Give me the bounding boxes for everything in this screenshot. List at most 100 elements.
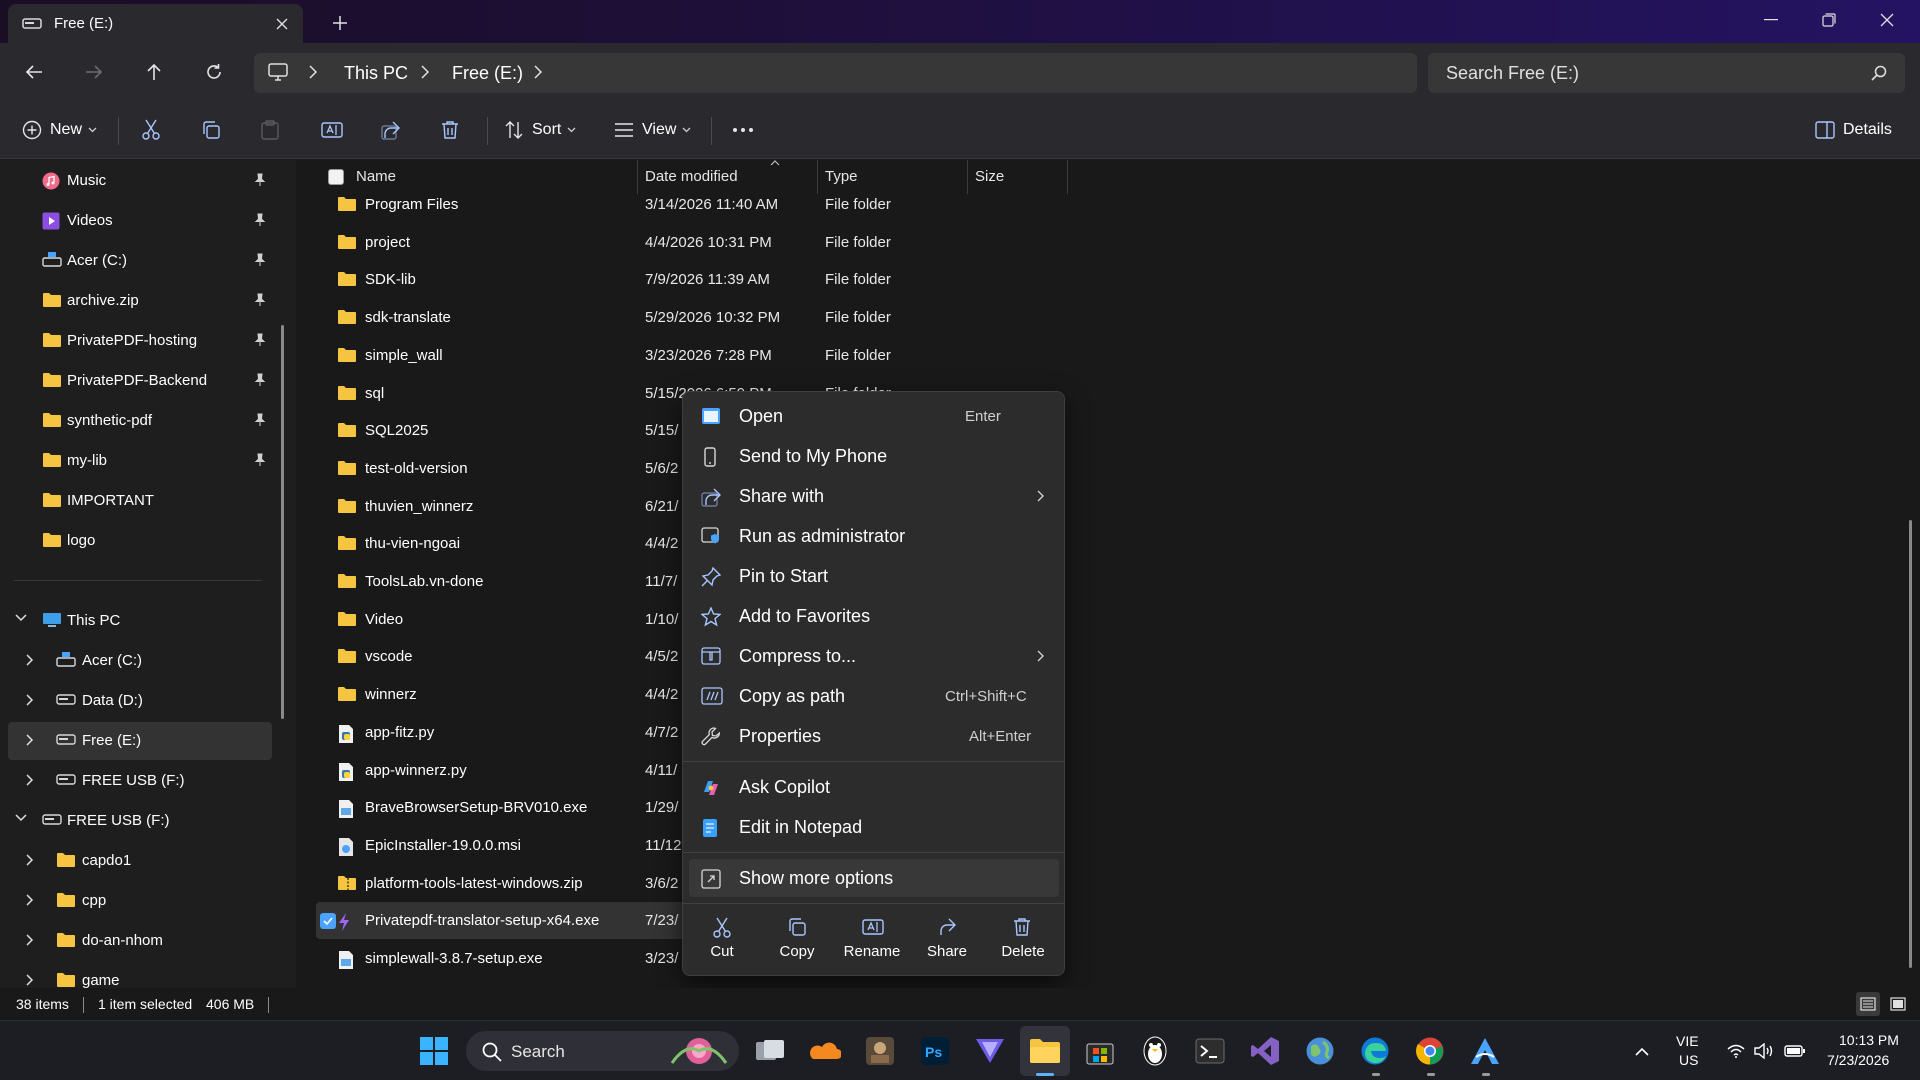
sidebar-item-capdo1[interactable]: capdo1 (0, 842, 272, 880)
details-view-icon[interactable] (1856, 992, 1880, 1016)
table-row[interactable]: project 4/4/2026 10:31 PM File folder (316, 224, 976, 261)
new-button[interactable]: New (22, 115, 97, 145)
chevron-right-icon[interactable] (26, 694, 34, 706)
taskbar-search[interactable]: Search (466, 1031, 739, 1071)
sidebar-item-music[interactable]: Music (0, 162, 272, 200)
cut-button[interactable] (141, 115, 161, 145)
close-tab-icon[interactable] (272, 14, 292, 34)
pin-icon[interactable] (253, 333, 267, 347)
paste-button[interactable] (261, 115, 279, 145)
menu-item-compress-to[interactable]: Compress to... (689, 637, 1059, 675)
sidebar-item-my-lib[interactable]: my-lib (0, 442, 272, 480)
sidebar-item-privatepdf-backend[interactable]: PrivatePDF-Backend (0, 362, 272, 400)
chevron-right-icon[interactable] (26, 854, 34, 866)
more-options-button[interactable] (732, 115, 754, 145)
quick-action-copy[interactable]: Copy (762, 913, 832, 967)
sidebar-item-archive-zip[interactable]: archive.zip (0, 282, 272, 320)
sidebar-item-this-pc[interactable]: This PC (0, 602, 272, 640)
sidebar-item-cpp[interactable]: cpp (0, 882, 272, 920)
menu-item-properties[interactable]: Properties Alt+Enter (689, 717, 1059, 755)
sidebar-item-important[interactable]: IMPORTANT (0, 482, 272, 520)
chevron-right-icon[interactable] (26, 774, 34, 786)
share-button[interactable] (381, 115, 401, 145)
penguin-app-icon[interactable] (1137, 1033, 1173, 1069)
back-arrow-icon[interactable] (19, 57, 49, 87)
row-checkbox[interactable] (320, 913, 336, 930)
photo-app-icon[interactable] (862, 1033, 898, 1069)
minimize-icon[interactable] (1742, 0, 1800, 40)
details-button[interactable]: Details (1815, 115, 1892, 145)
chevron-right-icon[interactable] (26, 654, 34, 666)
table-row[interactable]: simple_wall 3/23/2026 7:28 PM File folder (316, 337, 976, 374)
file-list-scrollbar[interactable] (1909, 520, 1912, 968)
sidebar-item-privatepdf-hosting[interactable]: PrivatePDF-hosting (0, 322, 272, 360)
column-size[interactable]: Size (975, 168, 1004, 185)
table-row[interactable]: SDK-lib 7/9/2026 11:39 AM File folder (316, 261, 976, 298)
restore-icon[interactable] (1800, 0, 1858, 40)
pin-icon[interactable] (253, 173, 267, 187)
search-input[interactable]: Search Free (E:) (1428, 53, 1905, 93)
breadcrumb-this-pc[interactable]: This PC (344, 63, 408, 84)
sidebar-item-videos[interactable]: Videos (0, 202, 272, 240)
sort-button[interactable]: Sort (504, 115, 576, 145)
file-explorer-icon[interactable] (1020, 1026, 1070, 1076)
pin-icon[interactable] (253, 453, 267, 467)
arc-app-icon[interactable] (1467, 1033, 1503, 1069)
navigation-pane[interactable]: Music Videos Acer (C:) archive.zip Priva… (0, 160, 296, 988)
sidebar-item-acer-c-drive[interactable]: Acer (C:) (0, 642, 272, 680)
menu-item-edit-in-notepad[interactable]: Edit in Notepad (689, 808, 1059, 846)
microsoft-store-icon[interactable] (1082, 1033, 1118, 1069)
new-tab-icon[interactable] (329, 12, 351, 34)
menu-item-add-to-favorites[interactable]: Add to Favorites (689, 597, 1059, 635)
menu-item-pin-to-start[interactable]: Pin to Start (689, 557, 1059, 595)
clock-date[interactable]: 7/23/2026 (1827, 1052, 1889, 1068)
photoshop-icon[interactable]: Ps (917, 1033, 953, 1069)
chevron-right-icon[interactable] (26, 934, 34, 946)
cloud-app-icon[interactable] (807, 1033, 843, 1069)
menu-item-open[interactable]: Open Enter (689, 397, 1059, 435)
pin-icon[interactable] (253, 373, 267, 387)
vpn-app-icon[interactable] (972, 1033, 1008, 1069)
sidebar-scrollbar[interactable] (281, 325, 284, 719)
view-button[interactable]: View (614, 115, 691, 145)
sidebar-item-do-an-nhom[interactable]: do-an-nhom (0, 922, 272, 960)
pin-icon[interactable] (253, 413, 267, 427)
globe-app-icon[interactable] (1302, 1033, 1338, 1069)
sidebar-item-game[interactable]: game (0, 962, 272, 988)
column-type[interactable]: Type (825, 168, 858, 185)
sidebar-item-free-e[interactable]: Free (E:) (8, 722, 272, 760)
menu-item-send-to-phone[interactable]: Send to My Phone (689, 437, 1059, 475)
chevron-up-icon[interactable] (1624, 1033, 1660, 1069)
sidebar-item-logo[interactable]: logo (0, 522, 272, 560)
quick-action-rename[interactable]: Rename (837, 913, 907, 967)
pin-icon[interactable] (253, 213, 267, 227)
column-name[interactable]: Name (356, 168, 396, 185)
quick-action-delete[interactable]: Delete (988, 913, 1058, 967)
battery-icon[interactable] (1777, 1033, 1813, 1069)
chevron-down-icon[interactable] (15, 614, 27, 622)
sidebar-item-acer-c[interactable]: Acer (C:) (0, 242, 272, 280)
table-row[interactable]: sdk-translate 5/29/2026 10:32 PM File fold… (316, 299, 976, 336)
quick-action-share[interactable]: Share (912, 913, 982, 967)
chevron-right-icon[interactable] (26, 894, 34, 906)
chrome-browser-icon[interactable] (1412, 1033, 1448, 1069)
tiles-view-icon[interactable] (1886, 992, 1910, 1016)
rename-button[interactable] (321, 115, 343, 145)
quick-action-cut[interactable]: Cut (687, 913, 757, 967)
up-arrow-icon[interactable] (139, 57, 169, 87)
column-date-modified[interactable]: Date modified (645, 168, 738, 185)
chevron-right-icon[interactable] (533, 65, 543, 79)
refresh-icon[interactable] (199, 57, 229, 87)
table-row[interactable]: windows-x86_64-AutoZoom_2.0.4_x64...7/23… (316, 978, 1005, 989)
chevron-right-icon[interactable] (26, 734, 34, 746)
terminal-icon[interactable] (1192, 1033, 1228, 1069)
sidebar-item-data-d[interactable]: Data (D:) (0, 682, 272, 720)
input-region[interactable]: US (1679, 1052, 1698, 1068)
copy-button[interactable] (201, 115, 221, 145)
visual-studio-icon[interactable] (1247, 1033, 1283, 1069)
file-list[interactable]: Name Date modified Type Size Program Fil… (296, 160, 1920, 988)
pin-icon[interactable] (253, 253, 267, 267)
sidebar-item-free-usb-root[interactable]: FREE USB (F:) (0, 802, 272, 840)
pin-icon[interactable] (253, 293, 267, 307)
edge-browser-icon[interactable] (1357, 1033, 1393, 1069)
